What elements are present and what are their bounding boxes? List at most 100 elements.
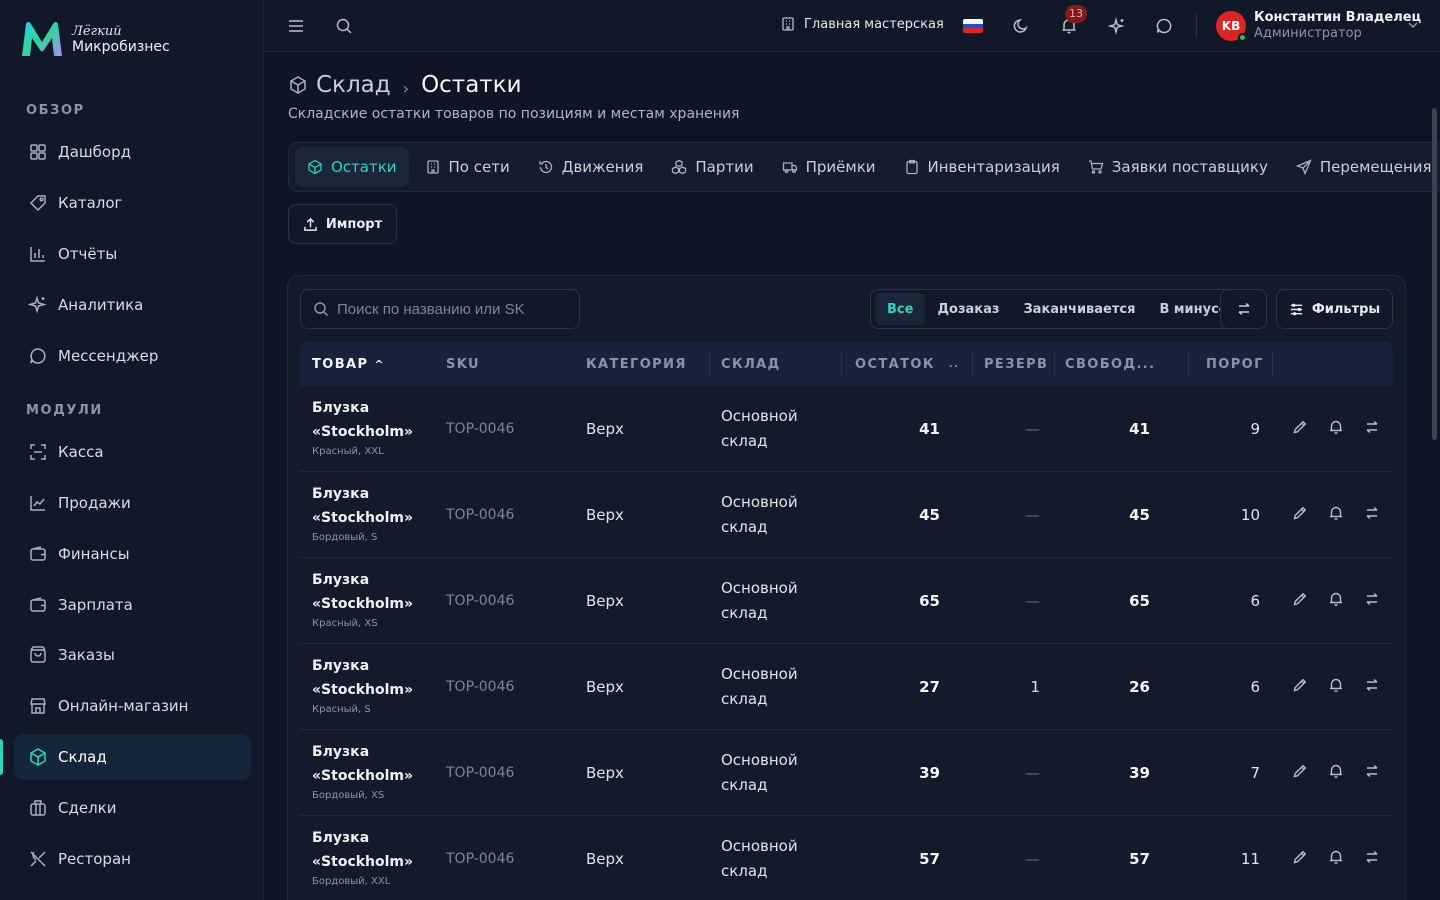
logo-mark-icon (22, 22, 62, 56)
sidebar-item-online-store[interactable]: Онлайн-магазин (14, 683, 251, 729)
notify-button[interactable] (1328, 849, 1346, 867)
sidebar-item-cashbox[interactable]: Касса (14, 429, 251, 475)
tab-stock[interactable]: Остатки (295, 147, 409, 187)
tab-inventory[interactable]: Инвентаризация (892, 147, 1072, 187)
table-row[interactable]: Блузка «Stockholm» Бордовый, XXL TOP-004… (300, 816, 1393, 900)
product-name[interactable]: Блузка «Stockholm» (312, 654, 432, 702)
column-header-product[interactable]: ТОВАР ^ (312, 342, 385, 386)
product-name[interactable]: Блузка «Stockholm» (312, 740, 432, 788)
import-button[interactable]: Импорт (288, 204, 397, 244)
edit-button[interactable] (1292, 419, 1310, 437)
edit-button[interactable] (1292, 591, 1310, 609)
notify-button[interactable] (1328, 677, 1346, 695)
filter-reorder[interactable]: Дозаказ (925, 293, 1011, 325)
category-cell: Верх (586, 764, 624, 782)
product-variant: Красный, S (312, 704, 371, 715)
edit-button[interactable] (1292, 849, 1310, 867)
table-row[interactable]: Блузка «Stockholm» Красный, XS TOP-0046 … (300, 558, 1393, 644)
tab-batches[interactable]: Партии (659, 147, 765, 187)
breadcrumb-parent[interactable]: Склад (316, 72, 391, 98)
filters-button[interactable]: Фильтры (1276, 289, 1393, 329)
sidebar-item-sales[interactable]: Продажи (14, 480, 251, 526)
transfer-button[interactable] (1364, 419, 1382, 437)
sidebar-item-payroll[interactable]: Зарплата (14, 582, 251, 628)
theme-toggle-button[interactable] (1009, 14, 1033, 38)
sidebar-item-finance[interactable]: Финансы (14, 531, 251, 577)
transfer-button[interactable] (1364, 763, 1382, 781)
tab-network[interactable]: По сети (413, 147, 522, 187)
tab-label: Инвентаризация (927, 158, 1060, 176)
product-name[interactable]: Блузка «Stockholm» (312, 568, 432, 616)
nav-section-overview: ОБЗОР (26, 103, 85, 118)
top-header: Главная мастерская 13 KB Константин Влад… (264, 0, 1440, 52)
user-menu[interactable]: KB Константин Владелец Администратор (1216, 10, 1421, 43)
sidebar-item-warehouse[interactable]: Склад (14, 734, 251, 780)
arrows-swap-icon (1366, 592, 1378, 606)
language-flag-ru[interactable] (963, 19, 983, 33)
tab-transfers[interactable]: Перемещения (1284, 147, 1440, 187)
reserve-cell: — (1025, 592, 1040, 610)
sidebar-item-messenger[interactable]: Мессенджер (14, 333, 251, 379)
column-header-sku[interactable]: SKU (446, 342, 480, 386)
building-icon (426, 160, 439, 174)
notify-button[interactable] (1328, 505, 1346, 523)
transfer-button[interactable] (1364, 505, 1382, 523)
search-field[interactable] (300, 289, 580, 329)
column-header-warehouse[interactable]: СКЛАД (721, 342, 781, 386)
table-row[interactable]: Блузка «Stockholm» Бордовый, XS TOP-0046… (300, 730, 1393, 816)
warehouse-cell: Основной склад (721, 665, 798, 708)
sidebar-item-dashboard[interactable]: Дашборд (14, 129, 251, 175)
sidebar-item-reports[interactable]: Отчёты (14, 231, 251, 277)
filter-running-low[interactable]: Заканчивается (1011, 293, 1147, 325)
sidebar-item-restaurant[interactable]: Ресторан (14, 836, 251, 882)
notify-button[interactable] (1328, 419, 1346, 437)
search-button[interactable] (332, 14, 356, 38)
pencil-icon (1293, 420, 1307, 434)
main-scrollbar[interactable] (1432, 108, 1437, 440)
column-header-free[interactable]: СВОБОД... (1065, 342, 1155, 386)
status-filter-segmented: Все Дозаказ Заканчивается В минусе (870, 289, 1245, 329)
product-name[interactable]: Блузка «Stockholm» (312, 826, 432, 874)
product-name[interactable]: Блузка «Stockholm» (312, 396, 432, 444)
table-row[interactable]: Блузка «Stockholm» Бордовый, S TOP-0046 … (300, 472, 1393, 558)
sidebar-item-orders[interactable]: Заказы (14, 632, 251, 678)
transfer-button[interactable] (1364, 677, 1382, 695)
column-header-stock[interactable]: ОСТАТОК .. (855, 342, 959, 386)
search-input[interactable] (337, 300, 567, 318)
ai-assistant-button[interactable] (1105, 14, 1129, 38)
notify-button[interactable] (1328, 763, 1346, 781)
tab-label: Партии (695, 158, 754, 176)
column-header-reserve[interactable]: РЕЗЕРВ (984, 342, 1048, 386)
edit-button[interactable] (1292, 505, 1310, 523)
table-row[interactable]: Блузка «Stockholm» Красный, S TOP-0046 В… (300, 644, 1393, 730)
messages-button[interactable] (1152, 14, 1176, 38)
category-cell: Верх (586, 506, 624, 524)
sidebar-item-analytics[interactable]: Аналитика (14, 282, 251, 328)
workshop-selector[interactable]: Главная мастерская (780, 16, 944, 32)
edit-button[interactable] (1292, 763, 1310, 781)
filter-all[interactable]: Все (875, 293, 926, 325)
column-header-threshold[interactable]: ПОРОГ (1206, 342, 1264, 386)
sidebar-item-catalog[interactable]: Каталог (14, 180, 251, 226)
tab-supplier-orders[interactable]: Заявки поставщику (1076, 147, 1280, 187)
columns-toggle-button[interactable] (1220, 289, 1267, 329)
bag-icon (30, 646, 46, 663)
column-label: ОСТАТОК (855, 356, 935, 372)
free-cell: 65 (1129, 592, 1150, 610)
menu-button[interactable] (284, 14, 308, 38)
tab-label: Заявки поставщику (1111, 158, 1268, 176)
tab-movements[interactable]: Движения (526, 147, 656, 187)
sidebar-item-deals[interactable]: Сделки (14, 785, 251, 831)
notify-button[interactable] (1328, 591, 1346, 609)
table-row[interactable]: Блузка «Stockholm» Красный, XXL TOP-0046… (300, 386, 1393, 472)
product-name[interactable]: Блузка «Stockholm» (312, 482, 432, 530)
edit-button[interactable] (1292, 677, 1310, 695)
warehouse-cell: Основной склад (721, 751, 798, 794)
workshop-name: Главная мастерская (804, 16, 944, 32)
tab-bar: Остатки По сети Движения Партии Приёмки … (288, 142, 1440, 192)
transfer-button[interactable] (1364, 591, 1382, 609)
transfer-button[interactable] (1364, 849, 1382, 867)
column-header-category[interactable]: КАТЕГОРИЯ (586, 342, 687, 386)
logo[interactable]: Лёгкий Микробизнес (18, 18, 170, 60)
tab-receipts[interactable]: Приёмки (770, 147, 888, 187)
